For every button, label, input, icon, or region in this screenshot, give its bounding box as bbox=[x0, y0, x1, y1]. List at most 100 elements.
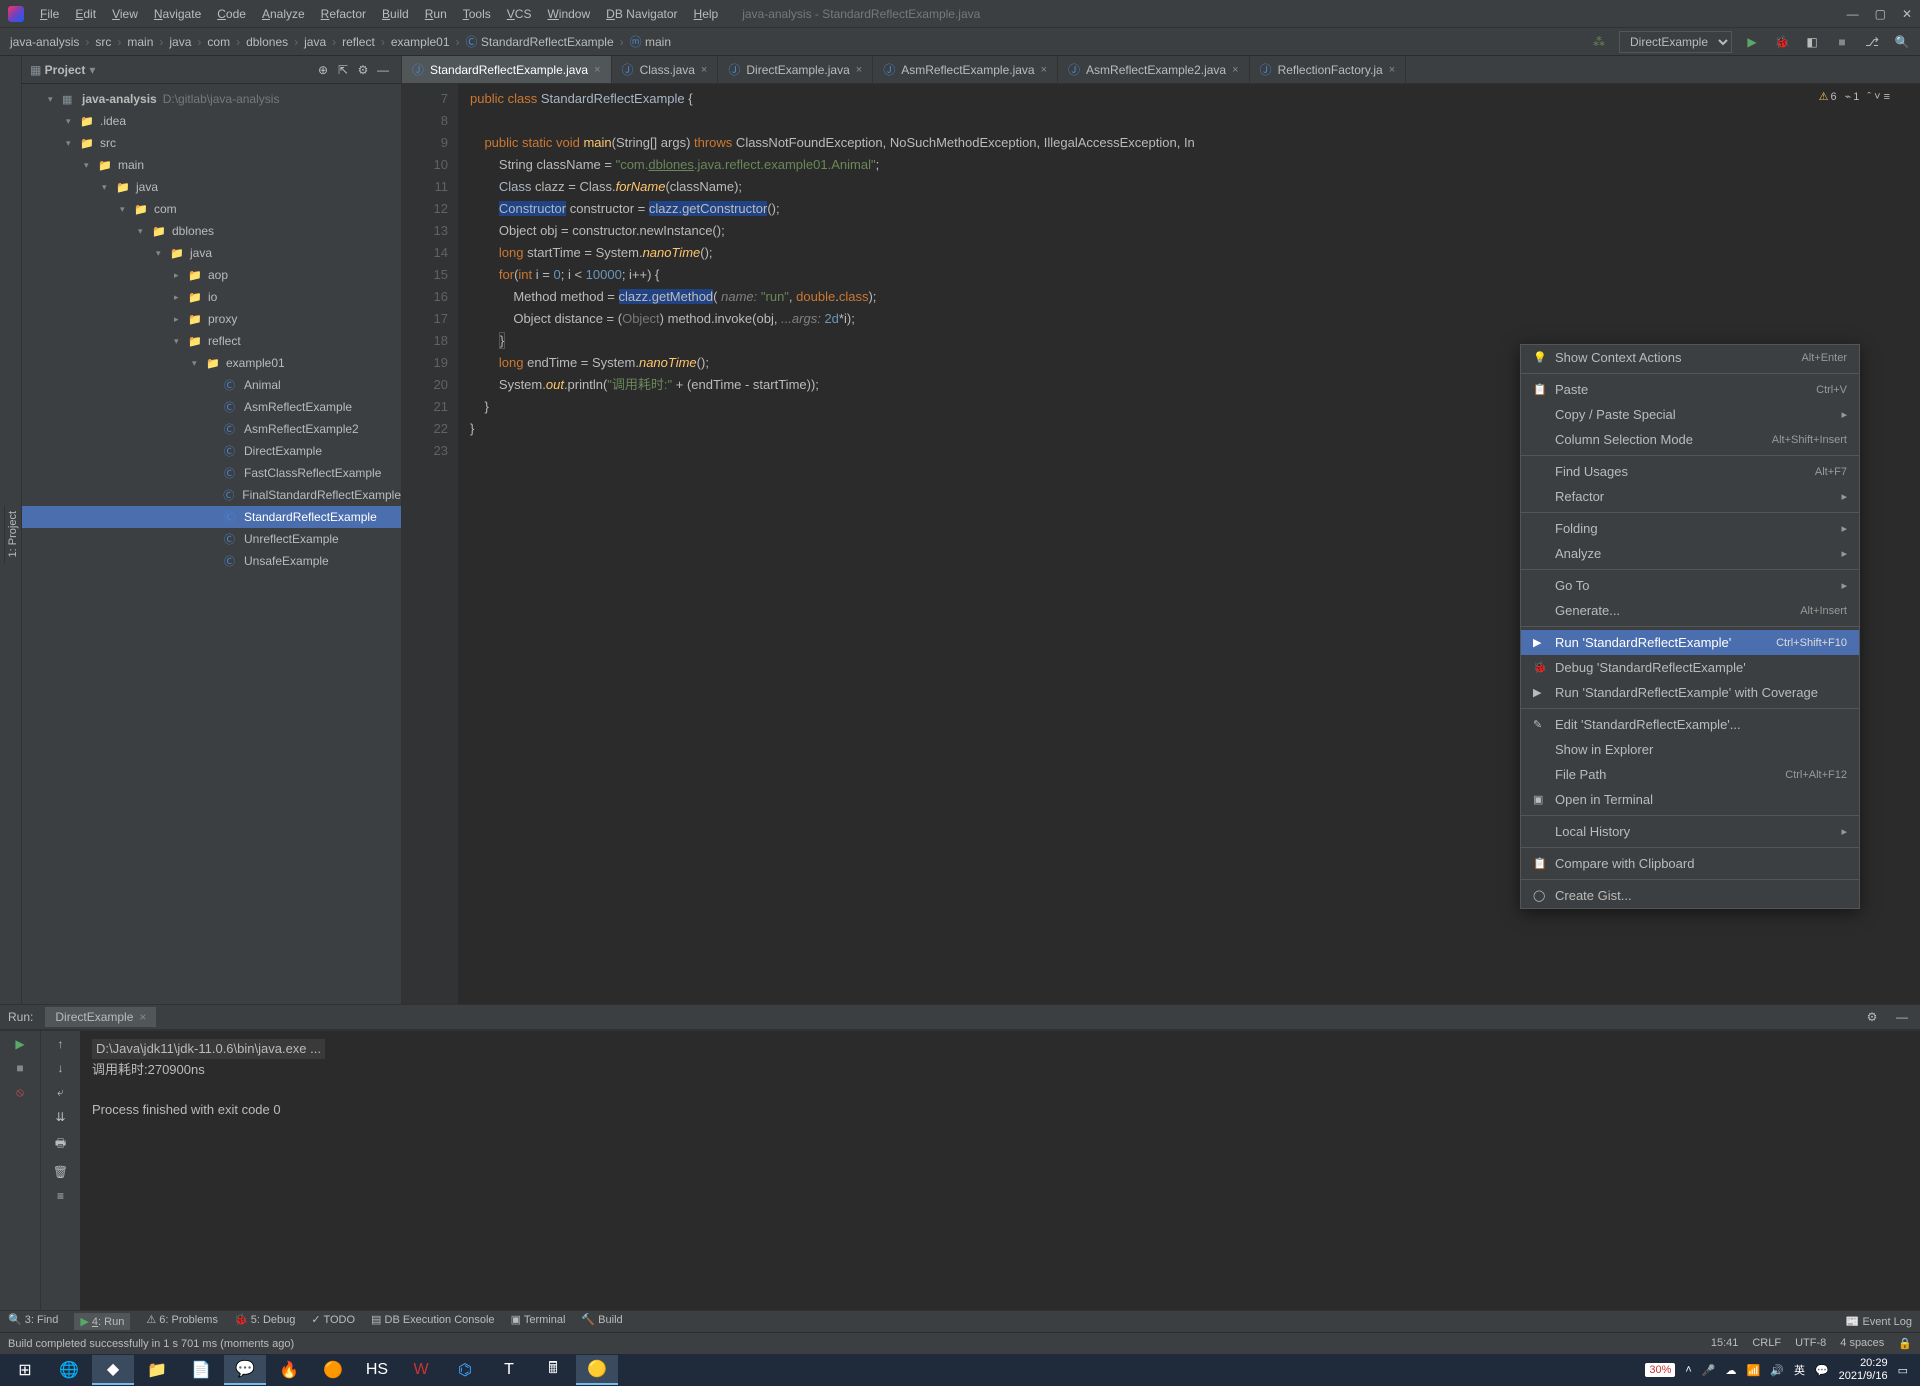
explorer-icon[interactable]: 📁 bbox=[136, 1355, 178, 1385]
run-icon[interactable]: ▶ bbox=[1742, 32, 1762, 52]
tree-root[interactable]: ▾▦ java-analysis D:\gitlab\java-analysis bbox=[22, 88, 401, 110]
ctx-item[interactable]: Local History▸ bbox=[1521, 819, 1859, 844]
settings-icon[interactable]: ⚙ bbox=[353, 60, 373, 80]
ctx-item[interactable]: Column Selection ModeAlt+Shift+Insert bbox=[1521, 427, 1859, 452]
tree-item[interactable]: ▾📁.idea bbox=[22, 110, 401, 132]
ctx-item[interactable]: Go To▸ bbox=[1521, 573, 1859, 598]
ctx-item[interactable]: Analyze▸ bbox=[1521, 541, 1859, 566]
clock-date[interactable]: 2021/9/16 bbox=[1839, 1370, 1888, 1383]
search-icon[interactable]: 🔍 bbox=[1892, 32, 1912, 52]
debug-icon[interactable]: 🐞 bbox=[1772, 32, 1792, 52]
editor-tab[interactable]: ⒿDirectExample.java× bbox=[718, 56, 873, 83]
wifi-icon[interactable]: 📶 bbox=[1747, 1364, 1761, 1377]
bottom-tab[interactable]: ▤ DB Execution Console bbox=[371, 1313, 495, 1330]
crumb[interactable]: main bbox=[125, 35, 155, 49]
git-icon[interactable]: ⎇ bbox=[1862, 32, 1882, 52]
text-icon[interactable]: T bbox=[488, 1355, 530, 1385]
indent-info[interactable]: 4 spaces bbox=[1840, 1337, 1884, 1350]
hide-icon[interactable]: — bbox=[373, 60, 393, 80]
filter-icon[interactable]: ≡ bbox=[57, 1189, 64, 1203]
notif-icon[interactable]: 💬 bbox=[1815, 1364, 1829, 1377]
bottom-tab[interactable]: 🐞 5: Debug bbox=[234, 1313, 295, 1330]
menu-build[interactable]: Build bbox=[374, 3, 417, 25]
wrap-icon[interactable]: ⤶ bbox=[57, 1085, 64, 1100]
app-icon[interactable]: 🔥 bbox=[268, 1355, 310, 1385]
ctx-item[interactable]: ✎Edit 'StandardReflectExample'... bbox=[1521, 712, 1859, 737]
tree-item[interactable]: ⒸAsmReflectExample2 bbox=[22, 418, 401, 440]
action-center-icon[interactable]: ▭ bbox=[1898, 1364, 1908, 1377]
chrome-icon[interactable]: 🌐 bbox=[48, 1355, 90, 1385]
menu-window[interactable]: Window bbox=[539, 3, 598, 25]
bottom-tab[interactable]: ▣ Terminal bbox=[511, 1313, 566, 1330]
down-icon[interactable]: ↓ bbox=[58, 1061, 64, 1075]
menu-view[interactable]: View bbox=[104, 3, 146, 25]
intellij-icon[interactable]: ◆ bbox=[92, 1355, 134, 1385]
event-log-button[interactable]: 📰 Event Log bbox=[1846, 1315, 1912, 1328]
tree-item[interactable]: ▾📁com bbox=[22, 198, 401, 220]
menu-file[interactable]: File bbox=[32, 3, 67, 25]
bottom-tab[interactable]: 🔍 3: Find bbox=[8, 1313, 58, 1330]
tree-item[interactable]: ⒸAsmReflectExample bbox=[22, 396, 401, 418]
collapse-icon[interactable]: ⇱ bbox=[333, 60, 353, 80]
ctx-item[interactable]: Show in Explorer bbox=[1521, 737, 1859, 762]
run-output[interactable]: D:\Java\jdk11\jdk-11.0.6\bin\java.exe ..… bbox=[80, 1031, 1920, 1310]
menu-tools[interactable]: Tools bbox=[455, 3, 499, 25]
crumb[interactable]: reflect bbox=[340, 35, 377, 49]
tree-item[interactable]: ▾📁dblones bbox=[22, 220, 401, 242]
up-icon[interactable]: ↑ bbox=[58, 1037, 64, 1051]
locate-icon[interactable]: ⊕ bbox=[313, 60, 333, 80]
bottom-tab[interactable]: ✓ TODO bbox=[311, 1313, 355, 1330]
tree-item[interactable]: ▸📁io bbox=[22, 286, 401, 308]
scroll-icon[interactable]: ⇊ bbox=[55, 1110, 65, 1124]
vscode-icon[interactable]: ⌬ bbox=[444, 1355, 486, 1385]
crumb[interactable]: Ⓒ StandardReflectExample bbox=[464, 33, 616, 50]
lock-icon[interactable]: 🔒 bbox=[1898, 1337, 1912, 1350]
ctx-item[interactable]: Copy / Paste Special▸ bbox=[1521, 402, 1859, 427]
tray-up-icon[interactable]: ˄ bbox=[1685, 1364, 1691, 1376]
run-tab[interactable]: DirectExample× bbox=[45, 1007, 156, 1027]
inspection-indicator[interactable]: 6 1 ˆ ˅ ≡ bbox=[1819, 90, 1890, 103]
tree-item[interactable]: ⒸStandardReflectExample bbox=[22, 506, 401, 528]
tree-item[interactable]: ▾📁src bbox=[22, 132, 401, 154]
tree-item[interactable]: ▾📁main bbox=[22, 154, 401, 176]
menu-db-navigator[interactable]: DB Navigator bbox=[598, 3, 685, 25]
menu-run[interactable]: Run bbox=[417, 3, 455, 25]
project-tree[interactable]: ▾▦ java-analysis D:\gitlab\java-analysis… bbox=[22, 84, 401, 1004]
wps-icon[interactable]: W bbox=[400, 1355, 442, 1385]
crumb[interactable]: java bbox=[167, 35, 193, 49]
ctx-item[interactable]: 💡Show Context ActionsAlt+Enter bbox=[1521, 345, 1859, 370]
encoding[interactable]: UTF-8 bbox=[1795, 1337, 1826, 1350]
stop-icon[interactable]: ■ bbox=[1832, 32, 1852, 52]
start-button[interactable]: ⊞ bbox=[4, 1355, 46, 1385]
run-settings-icon[interactable]: ⚙ bbox=[1862, 1007, 1882, 1027]
tree-item[interactable]: ▾📁java bbox=[22, 176, 401, 198]
line-gutter[interactable]: 7891011121314151617181920212223 bbox=[402, 84, 458, 1004]
hs-icon[interactable]: HS bbox=[356, 1355, 398, 1385]
ctx-item[interactable]: 📋PasteCtrl+V bbox=[1521, 377, 1859, 402]
crumb[interactable]: com bbox=[205, 35, 232, 49]
tree-item[interactable]: ⒸFinalStandardReflectExample bbox=[22, 484, 401, 506]
clock-time[interactable]: 20:29 bbox=[1839, 1357, 1888, 1370]
editor-tab[interactable]: ⒿClass.java× bbox=[612, 56, 719, 83]
tree-item[interactable]: ▾📁example01 bbox=[22, 352, 401, 374]
editor-tab[interactable]: ⒿReflectionFactory.ja× bbox=[1250, 56, 1407, 83]
ctx-item[interactable]: File PathCtrl+Alt+F12 bbox=[1521, 762, 1859, 787]
close-icon[interactable]: ✕ bbox=[1902, 7, 1912, 21]
notepad-icon[interactable]: 📄 bbox=[180, 1355, 222, 1385]
menu-vcs[interactable]: VCS bbox=[499, 3, 540, 25]
tree-item[interactable]: ▾📁java bbox=[22, 242, 401, 264]
exit-icon[interactable]: ⦸ bbox=[16, 1085, 24, 1100]
bottom-tab[interactable]: 🔨 Build bbox=[581, 1313, 622, 1330]
tree-item[interactable]: ▸📁aop bbox=[22, 264, 401, 286]
crumb[interactable]: java-analysis bbox=[8, 35, 81, 49]
run-config-select[interactable]: DirectExample bbox=[1619, 31, 1732, 53]
minimize-icon[interactable]: — bbox=[1847, 7, 1859, 21]
line-sep[interactable]: CRLF bbox=[1752, 1337, 1781, 1350]
crumb[interactable]: example01 bbox=[389, 35, 452, 49]
print-icon[interactable]: 🖶 bbox=[55, 1134, 66, 1155]
ctx-item[interactable]: 🐞Debug 'StandardReflectExample' bbox=[1521, 655, 1859, 680]
tree-item[interactable]: ⒸUnsafeExample bbox=[22, 550, 401, 572]
menu-help[interactable]: Help bbox=[686, 3, 727, 25]
editor-tab[interactable]: ⒿStandardReflectExample.java× bbox=[402, 56, 612, 83]
tree-item[interactable]: ⒸAnimal bbox=[22, 374, 401, 396]
